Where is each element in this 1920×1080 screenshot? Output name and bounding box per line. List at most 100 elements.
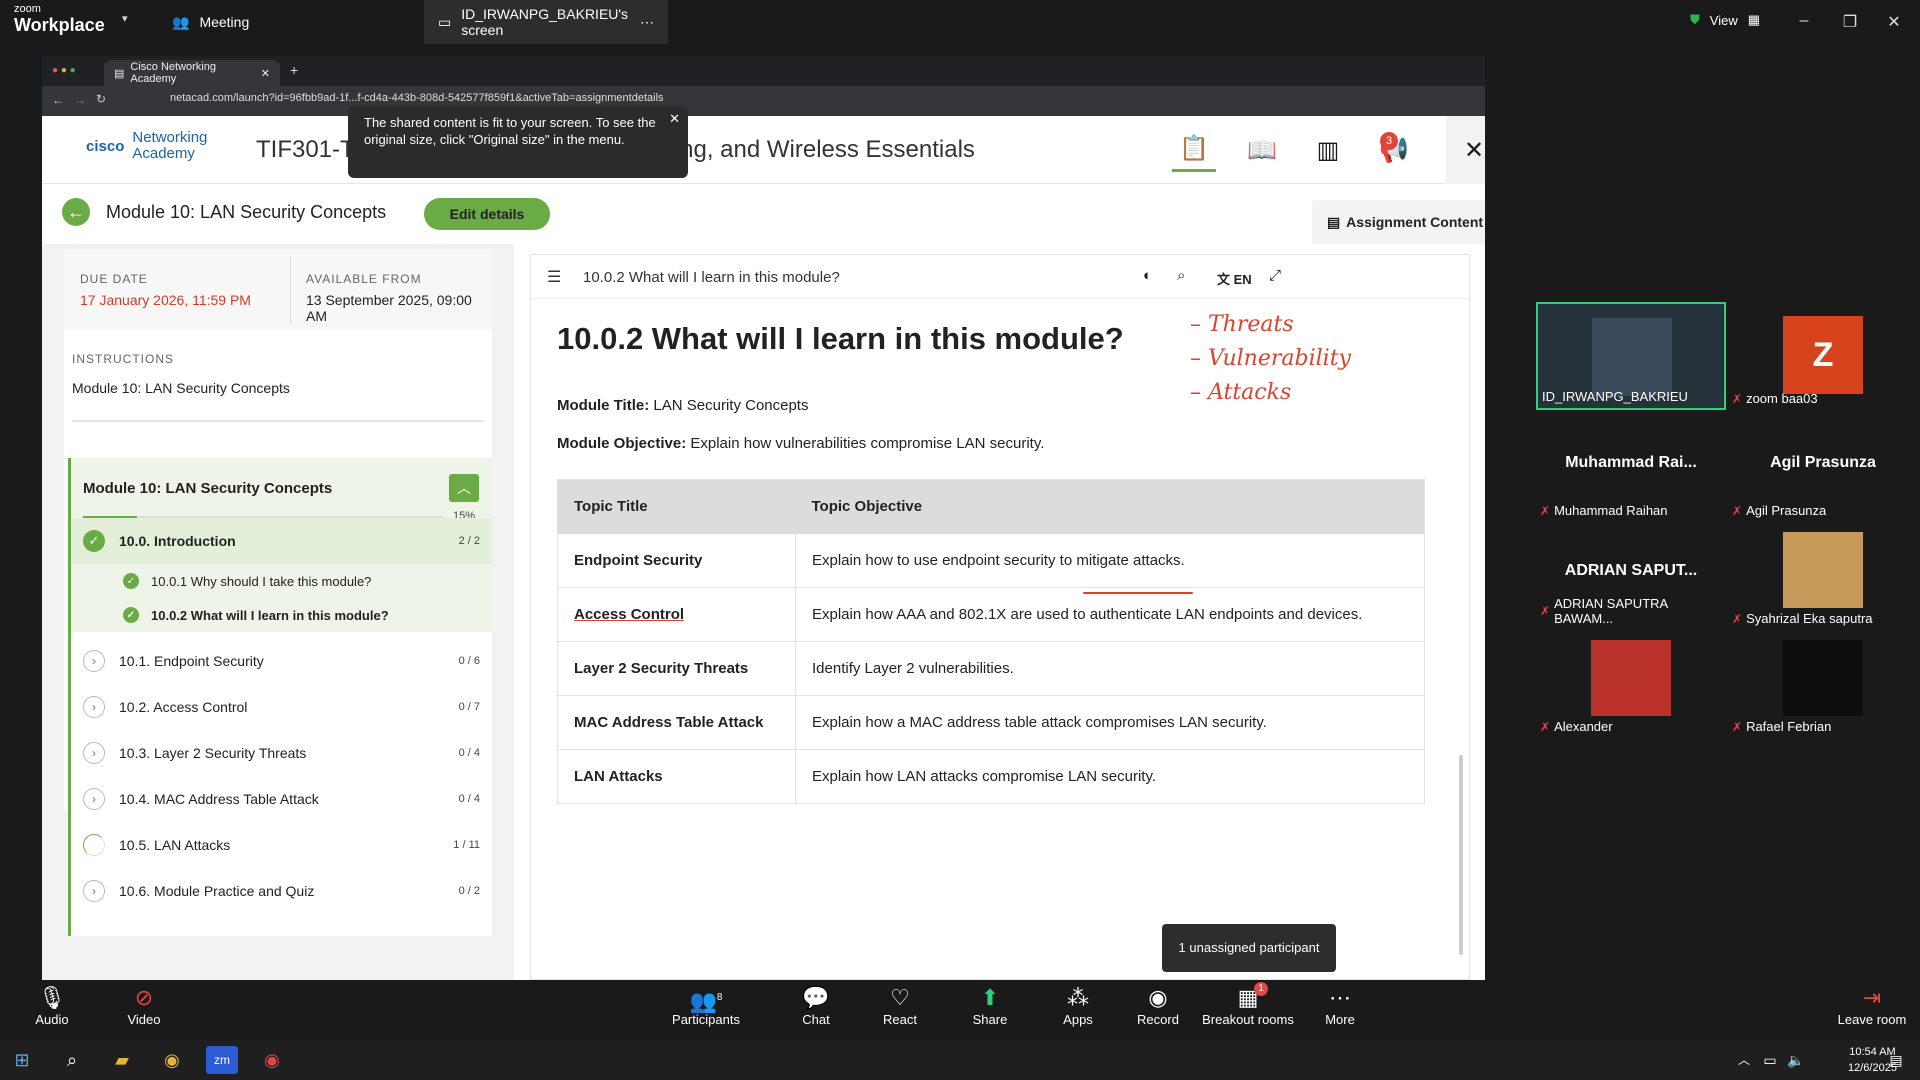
shared-browser-window: ● ● ● ▤ Cisco Networking Academy ✕ + ← → ↻… [42,56,1485,980]
apps-button[interactable]: ⁂ Apps [1038,984,1118,1027]
leave-room-button[interactable]: ⇥ Leave room [1830,984,1914,1027]
clipboard-icon[interactable]: 📋 [1172,128,1216,172]
edit-details-button[interactable]: Edit details [424,198,550,230]
tab-meeting[interactable]: 👥 Meeting [158,0,263,44]
video-tile[interactable]: ID_IRWANPG_BAKRIEU [1536,302,1726,410]
fullscreen-icon[interactable]: ⤢ [1269,267,1281,284]
topic-title: Access Control [557,587,796,642]
close-tab-icon[interactable]: ✕ [261,67,270,80]
table-row: MAC Address Table Attack Explain how a MA… [557,695,1425,750]
zoom-brand: zoom [14,3,41,15]
section-item[interactable]: › 10.4. MAC Address Table Attack 0 / 4 [71,776,492,822]
breakout-label: Breakout rooms [1202,1012,1294,1027]
back-arrow-icon[interactable]: ← [62,198,90,226]
chevron-down-icon[interactable]: ▾ [122,12,128,25]
language-selector[interactable]: 文 EN [1217,269,1252,288]
reload-icon[interactable]: ↻ [96,92,106,106]
book-icon[interactable]: 📖 [1240,128,1284,172]
video-tile[interactable]: Agil Prasunza ✗ Agil Prasunza [1728,414,1918,522]
react-button[interactable]: ♡ React [860,984,940,1027]
table-header-row: Topic Title Topic Objective [557,479,1425,534]
chat-label: Chat [802,1012,830,1027]
notification-badge: 3 [1380,132,1398,150]
breakout-icon: ▦ [1237,985,1259,1010]
cisco-logo[interactable]: cisco Networking Academy [86,130,207,162]
zoom-logo[interactable]: zoom Workplace [14,3,105,36]
audio-button[interactable]: 🎙 Audio [12,984,92,1027]
volume-icon[interactable]: 🔈 [1780,1046,1812,1074]
chrome-icon[interactable]: ◉ [156,1046,188,1074]
collapse-menu-icon[interactable]: ☰ [547,267,561,287]
language-label: EN [1233,272,1252,287]
view-menu[interactable]: ⛊ View ▦ [1690,12,1760,28]
search-icon[interactable]: ⌕ [1177,267,1185,284]
back-icon[interactable]: ← [52,93,64,107]
dark-mode-icon[interactable]: ◐ [1143,267,1152,284]
breakout-rooms-button[interactable]: ▦ Breakout rooms [1198,984,1298,1027]
tab-share-screen[interactable]: ▭ ID_IRWANPG_BAKRIEU's screen ⋯ [424,0,668,44]
share-button[interactable]: ⬆ Share [950,984,1030,1027]
participant-display-name: Agil Prasunza [1770,454,1876,471]
instructions-label: INSTRUCTIONS [72,352,174,366]
more-button[interactable]: ⋯ More [1300,984,1380,1027]
course-header: ciscoNetworking Academy TIF301-TIF51X-CC… [42,116,1485,184]
video-button[interactable]: ⊘ Video [104,984,184,1027]
participant-name: ✗ ADRIAN SAPUTRA BAWAM... [1540,596,1668,626]
section-item[interactable]: › 10.6. Module Practice and Quiz 0 / 2 [71,868,492,914]
screen-icon: ▭ [438,13,452,30]
section-item[interactable]: › 10.2. Access Control 0 / 7 [71,684,492,730]
url-field[interactable]: netacad.com/launch?id=96fbb9ad-1f...f-cd… [170,92,664,104]
participant-display-name: ADRIAN SAPUT... [1564,562,1698,579]
video-tile[interactable]: Z ✗ zoom baa03 [1728,302,1918,410]
search-icon[interactable]: ⌕ [56,1046,88,1074]
section-item[interactable]: 10.5. LAN Attacks 1 / 11 [71,822,492,868]
chevron-up-icon[interactable]: ︿ [449,474,479,502]
browser-tab[interactable]: ▤ Cisco Networking Academy ✕ [104,60,280,86]
video-tile[interactable]: Muhammad Rai... ✗ Muhammad Raihan [1536,414,1726,522]
topic-title: Layer 2 Security Threats [557,641,796,696]
assignment-sidebar: DUE DATE 17 January 2026, 11:59 PM AVAIL… [42,244,514,980]
close-course-icon[interactable]: ✕ [1446,116,1485,184]
more-icon[interactable]: ⋯ [640,14,654,31]
mic-muted-icon: ✗ [1732,503,1743,518]
leave-icon: ⇥ [1862,985,1882,1010]
participant-name: ✗ Muhammad Raihan [1540,503,1668,518]
mic-muted-icon: ✗ [1540,604,1551,618]
content-toolbar: ☰ 10.0.2 What will I learn in this modul… [531,255,1471,299]
subitem[interactable]: ✓ 10.0.1 Why should I take this module? [71,564,492,598]
section-item[interactable]: › 10.3. Layer 2 Security Threats 0 / 4 [71,730,492,776]
subitem-active[interactable]: ✓ 10.0.2 What will I learn in this module… [71,598,492,632]
new-tab-icon[interactable]: + [290,62,298,78]
zoom-app-icon[interactable]: zm [206,1046,238,1074]
section-item[interactable]: ✓ 10.0. Introduction 2 / 2 [71,518,492,564]
minimize-icon[interactable]: – [1794,12,1814,30]
windows-start-icon[interactable]: ⊞ [6,1046,38,1074]
record-button[interactable]: ◉ Record [1118,984,1198,1027]
participants-icon: 👥8 [689,988,723,1014]
file-explorer-icon[interactable]: ▰ [106,1046,138,1074]
tab-assignment-content[interactable]: ▤ Assignment Content [1312,200,1485,244]
video-tile[interactable]: ✗ Syahrizal Eka saputra [1728,522,1918,630]
chevron-right-icon: › [83,788,105,810]
restore-icon[interactable]: ❐ [1840,12,1860,32]
notifications-icon[interactable]: ▤ [1880,1046,1912,1074]
annotation-line: – Attacks [1190,380,1292,405]
section-item[interactable]: › 10.1. Endpoint Security 0 / 6 [71,638,492,684]
due-date-value: 17 January 2026, 11:59 PM [80,292,251,308]
close-icon[interactable]: ✕ [669,110,680,127]
close-icon[interactable]: ✕ [1884,12,1904,32]
participants-button[interactable]: 👥8 Participants [666,984,746,1027]
available-from-label: AVAILABLE FROM [306,272,422,286]
avatar [1783,532,1863,608]
video-tile[interactable]: ✗ Alexander [1536,630,1726,738]
forward-icon[interactable]: → [74,93,86,107]
chart-icon[interactable]: ▥ [1306,128,1350,172]
section-label: 10.1. Endpoint Security [119,653,264,669]
scrollbar[interactable] [1459,755,1463,955]
check-icon: ✓ [83,530,105,552]
chat-button[interactable]: 💬 Chat [776,984,856,1027]
chrome-profile-icon[interactable]: ◉ [256,1046,288,1074]
video-tile[interactable]: ✗ Rafael Febrian [1728,630,1918,738]
video-tile[interactable]: ADRIAN SAPUT... ✗ ADRIAN SAPUTRA BAWAM... [1536,522,1726,630]
section-count: 0 / 6 [458,655,480,667]
